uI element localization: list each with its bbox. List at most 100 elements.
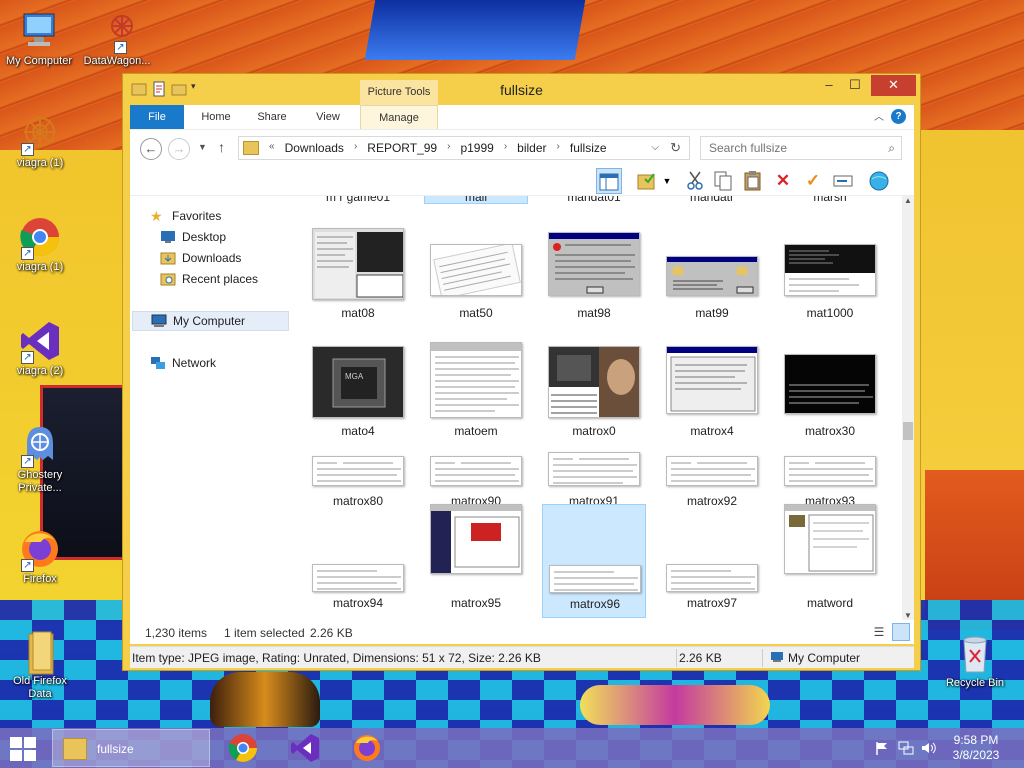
taskbar-item-fullsize[interactable]: fullsize — [52, 729, 210, 767]
chevron-right-icon[interactable]: › — [504, 141, 507, 155]
nav-recent-places[interactable]: Recent places — [160, 269, 317, 289]
visual-studio-icon[interactable] — [290, 733, 320, 763]
nav-desktop[interactable]: Desktop — [160, 227, 317, 247]
tab-share[interactable]: Share — [248, 105, 296, 129]
desktop-icon-datawagon[interactable]: ↗ DataWagon... — [76, 10, 158, 68]
chevron-right-icon[interactable]: › — [447, 141, 450, 155]
shortcut-arrow-icon: ↗ — [21, 143, 34, 156]
paste-icon[interactable] — [740, 168, 766, 194]
minimize-button[interactable]: – — [816, 75, 842, 96]
cut-icon[interactable] — [682, 168, 708, 194]
breadcrumb-item[interactable]: bilder — [517, 141, 546, 155]
close-button[interactable]: ✕ — [871, 75, 916, 96]
desktop-icon-viagra-1[interactable]: ↗ viagra (1) — [0, 112, 80, 170]
breadcrumb-overflow[interactable]: « — [269, 141, 275, 155]
nav-my-computer[interactable]: My Computer — [132, 311, 289, 331]
firefox-icon[interactable] — [352, 733, 382, 763]
file-tile-matoem[interactable]: matoem — [424, 342, 528, 456]
file-tile-matrox92[interactable]: matrox92 — [660, 456, 764, 574]
delete-icon[interactable]: ✕ — [770, 168, 796, 194]
file-tile-mat1000[interactable]: mat1000 — [778, 224, 882, 338]
checkmark-icon[interactable]: ✓ — [800, 168, 826, 194]
chrome-icon[interactable] — [228, 733, 258, 763]
action-center-flag-icon[interactable] — [874, 740, 890, 756]
recent-locations-icon[interactable]: ▼ — [198, 142, 207, 152]
file-tile-mat98[interactable]: mat98 — [542, 224, 646, 338]
maximize-button[interactable]: ☐ — [842, 75, 868, 96]
details-view-icon[interactable]: ☰ — [870, 623, 888, 641]
view-dropdown-icon[interactable]: ▼ — [660, 168, 674, 194]
breadcrumb-item[interactable]: fullsize — [570, 141, 607, 155]
tab-view[interactable]: View — [304, 105, 352, 129]
file-label[interactable]: marsh — [778, 196, 882, 204]
file-tile-matrox80[interactable]: matrox80 — [306, 456, 410, 574]
breadcrumb-item[interactable]: REPORT_99 — [367, 141, 437, 155]
file-tile-mat08[interactable]: mat08 — [306, 224, 410, 338]
address-dropdown-icon[interactable]: ⌵ — [651, 142, 659, 153]
expand-ribbon-icon[interactable]: ︿ — [874, 108, 884, 123]
preview-pane-button[interactable] — [596, 168, 622, 194]
help-icon[interactable]: ? — [891, 109, 906, 124]
rename-icon[interactable] — [830, 168, 856, 194]
start-button[interactable] — [10, 737, 38, 761]
desktop-icon-viagra-vs[interactable]: ↗ viagra (2) — [0, 320, 80, 378]
file-tile-mat99[interactable]: mat99 — [660, 224, 764, 338]
nav-network[interactable]: Network — [150, 353, 307, 373]
shortcut-arrow-icon: ↗ — [21, 455, 34, 468]
file-tile-mat50[interactable]: mat50 — [424, 224, 528, 338]
network-icon[interactable] — [898, 740, 914, 756]
desktop-icon-my-computer[interactable]: My Computer — [0, 10, 78, 68]
wallpaper-shoes — [210, 672, 320, 727]
title-bar[interactable]: ▾ Picture Tools fullsize – ☐ ✕ — [123, 74, 920, 105]
file-label[interactable]: mail — [424, 196, 528, 204]
desktop-icon-old-firefox-data[interactable]: Old Firefox Data — [0, 630, 80, 701]
file-tile-mato4[interactable]: MGA mato4 — [306, 342, 410, 456]
desktop-icon-ghostery[interactable]: ↗ Ghostery Private... — [0, 424, 80, 495]
file-tile-matrox94[interactable]: matrox94 — [306, 564, 410, 620]
volume-icon[interactable] — [920, 740, 936, 756]
properties-folder-icon[interactable] — [634, 168, 660, 194]
file-tile-matrox30[interactable]: matrox30 — [778, 342, 882, 456]
file-thumbnail — [548, 232, 640, 296]
back-button[interactable]: ← — [140, 138, 162, 160]
file-label[interactable]: mandat01 — [542, 196, 646, 204]
breadcrumb-item[interactable]: p1999 — [460, 141, 493, 155]
desktop-icon-recycle-bin[interactable]: Recycle Bin — [935, 632, 1015, 690]
search-icon[interactable]: ⌕ — [888, 141, 895, 156]
desktop-icon-firefox[interactable]: ↗ Firefox — [0, 528, 80, 586]
chevron-right-icon[interactable]: › — [354, 141, 357, 155]
copy-icon[interactable] — [710, 168, 736, 194]
file-tile-matword[interactable]: matword — [778, 504, 882, 620]
forward-button[interactable]: → — [168, 138, 190, 160]
file-tile-matrox0[interactable]: matrox0 — [542, 342, 646, 456]
file-tile-matrox97[interactable]: matrox97 — [660, 564, 764, 620]
breadcrumb-item[interactable]: Downloads — [285, 141, 344, 155]
tab-file[interactable]: File — [130, 105, 184, 129]
globe-icon[interactable] — [866, 168, 892, 194]
large-icons-view-icon[interactable] — [892, 623, 910, 641]
file-tile-matrox96[interactable]: matrox96 — [542, 504, 646, 618]
tab-home[interactable]: Home — [192, 105, 240, 129]
viagra-tor-icon: ↗ — [19, 112, 61, 156]
explorer-window: ▾ Picture Tools fullsize – ☐ ✕ File Home… — [122, 73, 921, 671]
search-input[interactable] — [701, 137, 871, 159]
tab-manage[interactable]: Manage — [360, 105, 438, 129]
up-button[interactable]: ↑ — [218, 139, 225, 155]
chevron-right-icon[interactable]: › — [557, 141, 560, 155]
nav-favorites[interactable]: ★ Favorites — [150, 206, 307, 226]
nav-downloads[interactable]: Downloads — [160, 248, 317, 268]
search-box[interactable]: ⌕ — [700, 136, 902, 160]
recycle-bin-icon — [954, 632, 996, 674]
desktop-icon-viagra-chrome[interactable]: ↗ viagra (1) — [0, 216, 80, 274]
scrollbar-thumb[interactable] — [903, 422, 913, 440]
file-label[interactable]: mandatr — [660, 196, 764, 204]
file-tile-matrox4[interactable]: matrox4 — [660, 342, 764, 456]
file-tile-matrox95[interactable]: matrox95 — [424, 504, 528, 620]
file-label[interactable]: m r game01 — [306, 196, 410, 204]
system-clock[interactable]: 9:58 PM 3/8/2023 — [936, 733, 1016, 763]
scroll-up-icon[interactable]: ▲ — [902, 196, 914, 205]
vertical-scrollbar[interactable]: ▲ ▼ — [902, 196, 914, 620]
scroll-down-icon[interactable]: ▼ — [902, 611, 914, 620]
refresh-icon[interactable]: ↻ — [670, 140, 681, 156]
address-bar[interactable]: « Downloads › REPORT_99 › p1999 › bilder… — [238, 136, 690, 160]
